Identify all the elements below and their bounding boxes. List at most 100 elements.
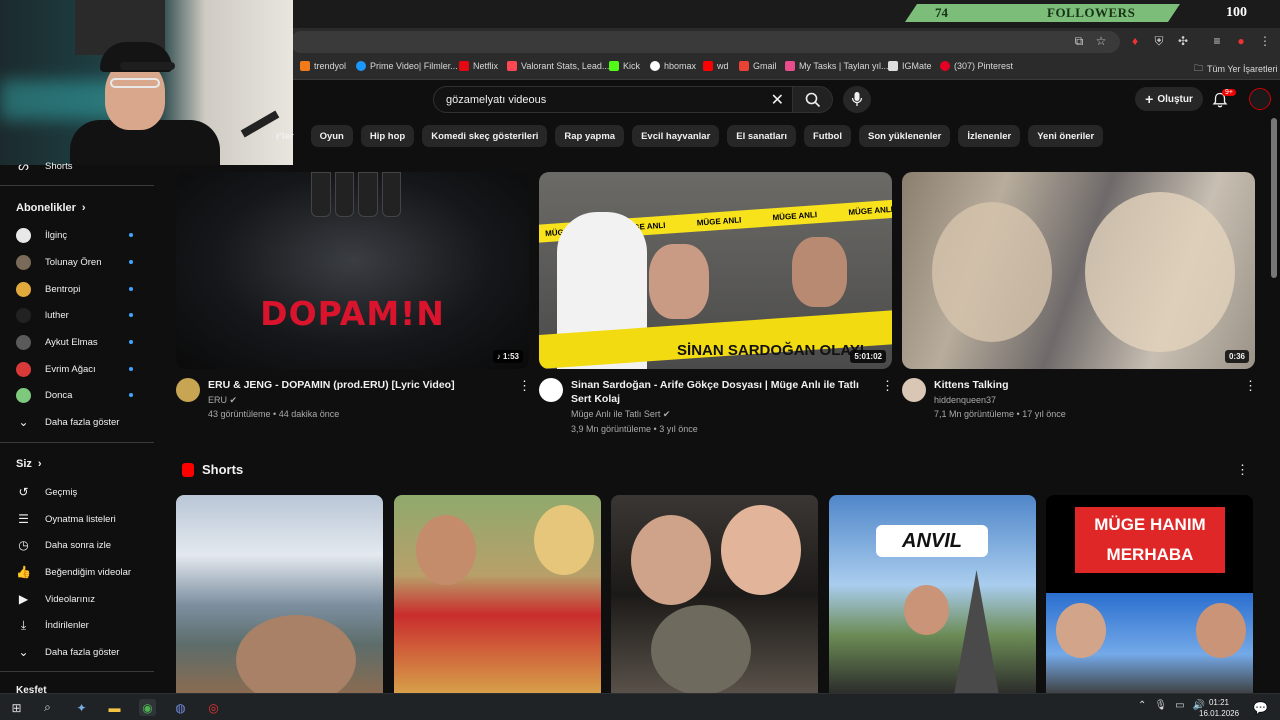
sidebar-item-liked-videos[interactable]: 👍 Beğendiğim videolar: [16, 563, 141, 581]
chrome-icon[interactable]: ◉: [139, 699, 156, 716]
short-thumbnail[interactable]: MÜGE HANIM MERHABA: [1046, 495, 1253, 695]
page-scrollbar[interactable]: [1270, 82, 1278, 692]
channel-avatar[interactable]: [539, 378, 563, 402]
channel-name[interactable]: ERU ✔: [208, 393, 237, 407]
channel-name[interactable]: hiddenqueen37: [934, 393, 996, 407]
microphone-icon[interactable]: 🎙: [1154, 700, 1167, 711]
sidebar-item-downloads[interactable]: ⤓ İndirilenler: [16, 616, 141, 634]
clock[interactable]: 01:21 16.01.2026: [1199, 697, 1239, 719]
sidebar-show-more-you[interactable]: ⌄ Daha fazla göster: [16, 643, 141, 661]
chip[interactable]: Hip hop: [360, 125, 415, 147]
notifications-button[interactable]: 9+: [1212, 89, 1236, 109]
shield-icon[interactable]: ⛨: [1152, 34, 1166, 48]
network-icon[interactable]: ▭: [1175, 700, 1184, 711]
search-icon[interactable]: ⌕: [39, 699, 56, 716]
video-thumbnail[interactable]: DOPAM!N ♪ 1:53: [176, 172, 529, 369]
video-thumbnail[interactable]: MÜGE ANLIMÜGE ANLIMÜGE ANLIMÜGE ANLIMÜGE…: [539, 172, 892, 369]
chip[interactable]: Rap yapma: [555, 125, 625, 147]
scrollbar-thumb[interactable]: [1271, 118, 1277, 278]
sidebar-item-subscription[interactable]: Evrim Ağacı: [16, 360, 141, 378]
more-options-icon[interactable]: ⋮: [518, 378, 531, 394]
video-title[interactable]: ERU & JENG - DOPAMIN (prod.ERU) [Lyric V…: [208, 378, 508, 392]
search-input[interactable]: gözamelyatı videous: [446, 94, 546, 106]
sidebar-item-subscription[interactable]: Donca: [16, 386, 141, 404]
notifications-icon[interactable]: 💬: [1252, 699, 1269, 716]
bookmark-star-icon[interactable]: ☆: [1094, 34, 1108, 48]
short-thumbnail[interactable]: [611, 495, 818, 695]
bookmark-item[interactable]: Valorant Stats, Lead...: [507, 61, 609, 71]
video-icon: ▶: [18, 592, 29, 606]
create-button[interactable]: + Oluştur: [1135, 87, 1203, 111]
search-box[interactable]: gözamelyatı videous ✕: [433, 86, 793, 113]
sidebar-item-playlists[interactable]: ☰ Oynatma listeleri: [16, 510, 141, 528]
sidebar-you-header[interactable]: Siz ›: [16, 458, 42, 470]
chip[interactable]: Evcil hayvanlar: [632, 125, 720, 147]
channel-avatar[interactable]: [176, 378, 200, 402]
followers-count: 74: [935, 5, 948, 20]
bookmark-item[interactable]: (307) Pinterest: [940, 61, 1013, 71]
chip[interactable]: Son yüklenenler: [859, 125, 951, 147]
sidebar-item-subscription[interactable]: Bentropi: [16, 280, 141, 298]
address-bar[interactable]: [290, 31, 1120, 53]
sidebar-item-shorts[interactable]: ᔕ Shorts: [16, 157, 141, 175]
channel-avatar: [16, 307, 31, 323]
bookmark-item[interactable]: hbomax: [650, 61, 696, 71]
short-thumbnail[interactable]: [394, 495, 601, 695]
install-app-icon[interactable]: ⧉: [1072, 34, 1086, 48]
obs-icon[interactable]: ◎: [205, 699, 222, 716]
bookmark-item[interactable]: Gmail: [739, 61, 777, 71]
chip[interactable]: Futbol: [803, 125, 851, 147]
chip[interactable]: Oyun: [310, 125, 353, 147]
sidebar-item-history[interactable]: ↺ Geçmiş: [16, 483, 141, 501]
chip[interactable]: El sanatları: [727, 125, 796, 147]
more-options-icon[interactable]: ⋮: [881, 378, 894, 394]
account-avatar[interactable]: [1249, 88, 1271, 110]
bookmark-item[interactable]: My Tasks | Taylan yıl...: [785, 61, 889, 71]
voice-search-button[interactable]: [843, 86, 871, 113]
sidebar-item-subscription[interactable]: İlginç: [16, 226, 141, 244]
chip[interactable]: Yeni öneriler: [1028, 125, 1104, 147]
bookmark-item[interactable]: wd: [703, 61, 729, 71]
bookmark-favicon: [650, 61, 660, 71]
bookmark-item[interactable]: IGMate: [888, 61, 932, 71]
bookmark-item[interactable]: Prime Video| Filmler...: [356, 61, 458, 71]
sidebar-subscriptions-header[interactable]: Abonelikler ›: [16, 202, 86, 214]
extensions-puzzle-icon[interactable]: ✣: [1176, 34, 1190, 48]
more-options-icon[interactable]: ⋮: [1236, 462, 1249, 478]
more-options-icon[interactable]: ⋮: [1244, 378, 1257, 394]
chip[interactable]: r'ler: [276, 125, 303, 147]
video-title[interactable]: Sinan Sardoğan - Arife Gökçe Dosyası | M…: [571, 378, 871, 406]
bookmark-item[interactable]: Kick: [609, 61, 640, 71]
chip[interactable]: Komedi skeç gösterileri: [422, 125, 548, 147]
search-button[interactable]: [793, 86, 833, 113]
sidebar-show-more-subs[interactable]: ⌄ Daha fazla göster: [16, 413, 141, 431]
copilot-icon[interactable]: ✦: [73, 699, 90, 716]
bookmark-item[interactable]: trendyol: [300, 61, 346, 71]
duration-badge: 5:01:02: [850, 350, 886, 363]
extension-icon[interactable]: ♦: [1128, 34, 1142, 48]
profile-icon[interactable]: ●: [1234, 34, 1248, 48]
channel-avatar[interactable]: [902, 378, 926, 402]
thumbnail-art: [311, 172, 401, 217]
video-thumbnail[interactable]: 0:36: [902, 172, 1255, 369]
browser-menu-icon[interactable]: ⋮: [1258, 34, 1272, 48]
short-thumbnail[interactable]: [176, 495, 383, 695]
sidebar-item-watch-later[interactable]: ◷ Daha sonra izle: [16, 536, 141, 554]
clear-search-icon[interactable]: ✕: [771, 90, 784, 110]
sidebar-item-subscription[interactable]: luther: [16, 306, 141, 324]
file-explorer-icon[interactable]: ▬: [106, 699, 123, 716]
chip[interactable]: İzlenenler: [958, 125, 1021, 147]
sidebar-item-subscription[interactable]: Aykut Elmas: [16, 333, 141, 351]
windows-start-icon[interactable]: ⊞: [8, 699, 25, 716]
media-controls-icon[interactable]: ≡: [1210, 34, 1224, 48]
chevron-up-icon[interactable]: ⌃: [1138, 700, 1146, 711]
video-title[interactable]: Kittens Talking: [934, 378, 1234, 392]
short-thumbnail[interactable]: ANVIL: [829, 495, 1036, 695]
channel-name[interactable]: Müge Anlı ile Tatlı Sert ✔: [571, 407, 670, 421]
duration-badge: 0:36: [1224, 350, 1249, 363]
discord-icon[interactable]: ◍: [172, 699, 189, 716]
sidebar-item-your-videos[interactable]: ▶ Videolarınız: [16, 590, 141, 608]
sidebar-item-subscription[interactable]: Tolunay Ören: [16, 253, 141, 271]
all-bookmarks-folder[interactable]: 🗀 Tüm Yer İşaretleri: [1194, 61, 1278, 77]
bookmark-item[interactable]: Netflix: [459, 61, 498, 71]
